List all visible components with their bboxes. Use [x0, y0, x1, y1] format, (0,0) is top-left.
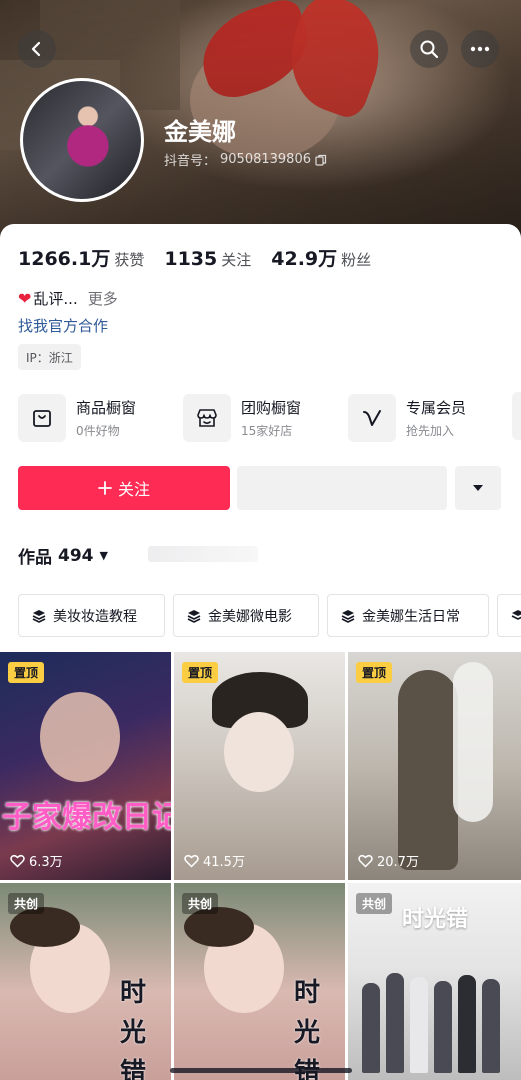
stats-row: 1266.1万 获赞 1135 关注 42.9万 粉丝	[18, 244, 391, 271]
shop-item-products[interactable]: 商品橱窗 0件好物	[18, 392, 136, 444]
bio-text: 乱评...	[33, 290, 78, 308]
video-tile[interactable]: 共创 时光错	[348, 883, 521, 1080]
pinned-badge: 置顶	[356, 662, 393, 683]
shop-subtitle: 15家好店	[241, 424, 293, 438]
video-grid: 置顶 子家爆改日记 6.3万 置顶 41.5万 置顶 20.7万 共创 时光错 …	[0, 652, 521, 1080]
video-tile[interactable]: 置顶 20.7万	[348, 652, 521, 880]
video-tile[interactable]: 置顶 41.5万	[174, 652, 345, 880]
collection-label: 金美娜生活日常	[362, 608, 460, 625]
caret-down-icon: ▼	[99, 549, 108, 562]
layers-icon	[186, 608, 202, 624]
heart-outline-icon	[184, 854, 199, 868]
likes-count: 41.5万	[203, 855, 245, 870]
heart-outline-icon	[10, 854, 25, 868]
video-overlay-text: 时光错	[293, 978, 320, 1080]
shop-item-membership[interactable]: 专属会员 抢先加入	[348, 392, 466, 444]
thumbnail-figure	[224, 712, 294, 792]
shop-item-next[interactable]	[512, 392, 521, 440]
video-overlay-text: 时光错	[119, 978, 146, 1080]
video-overlay-text: 时光错	[402, 907, 469, 932]
search-icon	[420, 40, 439, 59]
likes-count: 6.3万	[29, 855, 63, 870]
video-tile[interactable]: 置顶 子家爆改日记 6.3万	[0, 652, 171, 880]
avatar[interactable]	[20, 78, 144, 202]
stat-label: 关注	[221, 251, 252, 269]
back-button[interactable]	[18, 30, 56, 68]
message-button[interactable]	[237, 466, 447, 510]
heart-icon: ❤	[18, 289, 32, 308]
shop-subtitle: 0件好物	[76, 424, 120, 438]
thumbnail-figure	[362, 963, 512, 1073]
pinned-badge: 置顶	[182, 662, 219, 683]
more-button[interactable]	[461, 30, 499, 68]
stat-value: 1135	[164, 248, 218, 270]
ip-location-tag: IP：浙江	[18, 344, 81, 370]
v-member-icon	[348, 394, 396, 442]
collection-chip[interactable]: 金美娜微电影	[173, 594, 319, 637]
video-overlay-text: 子家爆改日记	[2, 800, 171, 835]
video-likes: 20.7万	[358, 851, 419, 870]
bag-icon	[18, 394, 66, 442]
co-creation-badge: 共创	[8, 893, 45, 914]
recommend-dropdown-button[interactable]	[455, 466, 501, 510]
store-icon	[183, 394, 231, 442]
stat-label: 粉丝	[341, 251, 372, 269]
copy-icon[interactable]	[315, 154, 327, 166]
works-count: 494	[58, 545, 94, 566]
home-indicator	[170, 1068, 352, 1073]
collection-chip[interactable]: 金美娜生活日常	[327, 594, 489, 637]
more-dots-icon	[470, 46, 490, 52]
chevron-left-icon	[31, 41, 41, 57]
tab-blurred[interactable]	[148, 546, 258, 562]
thumbnail-figure	[398, 670, 458, 870]
likes-count: 20.7万	[377, 855, 419, 870]
collection-label: 金美娜微电影	[208, 608, 292, 625]
heart-outline-icon	[358, 854, 373, 868]
shop-title: 专属会员	[406, 399, 467, 417]
plus-icon	[98, 481, 112, 495]
follow-label: 关注	[117, 480, 150, 499]
collab-link[interactable]: 找我官方合作	[18, 315, 108, 336]
stat-following[interactable]: 1135 关注	[164, 248, 251, 270]
douyin-id[interactable]: 抖音号： 90508139806	[164, 150, 327, 169]
layers-icon	[340, 608, 356, 624]
search-button[interactable]	[410, 30, 448, 68]
stat-followers[interactable]: 42.9万 粉丝	[271, 244, 371, 271]
bio-more-link[interactable]: 更多	[88, 288, 118, 309]
collection-chip[interactable]: 美妆妆造教程	[18, 594, 165, 637]
co-creation-badge: 共创	[356, 893, 393, 914]
thumbnail-figure	[40, 692, 120, 782]
collection-chip[interactable]	[497, 594, 521, 637]
layers-icon	[31, 608, 47, 624]
pinned-badge: 置顶	[8, 662, 45, 683]
stat-value: 42.9万	[271, 248, 338, 270]
profile-name: 金美娜	[164, 118, 236, 146]
stat-label: 获赞	[114, 251, 145, 269]
shop-row: 商品橱窗 0件好物 团购橱窗 15家好店 专属会员 抢先加入	[18, 392, 521, 444]
video-likes: 6.3万	[10, 851, 63, 870]
stat-likes[interactable]: 1266.1万 获赞	[18, 244, 144, 271]
co-creation-badge: 共创	[182, 893, 219, 914]
video-tile[interactable]: 共创 时光错	[0, 883, 171, 1080]
shop-title: 团购橱窗	[241, 399, 302, 417]
shop-subtitle: 抢先加入	[406, 424, 455, 438]
shop-title: 商品橱窗	[76, 399, 137, 417]
follow-button[interactable]: 关注	[18, 466, 230, 510]
video-tile[interactable]: 共创 时光错	[174, 883, 345, 1080]
layers-icon	[510, 608, 521, 624]
caret-down-icon	[473, 485, 483, 491]
tab-works[interactable]: 作品 494 ▼	[18, 543, 108, 569]
works-title: 作品	[18, 548, 52, 568]
video-likes: 41.5万	[184, 851, 245, 870]
stat-value: 1266.1万	[18, 248, 111, 270]
thumbnail-figure	[453, 662, 493, 822]
douyin-id-value: 90508139806	[220, 152, 311, 167]
collections-row: 美妆妆造教程 金美娜微电影 金美娜生活日常	[18, 594, 521, 638]
collection-label: 美妆妆造教程	[53, 608, 137, 625]
douyin-id-label: 抖音号：	[164, 154, 217, 169]
shop-item-group-buy[interactable]: 团购橱窗 15家好店	[183, 392, 301, 444]
bio: ❤ 乱评... 更多	[18, 288, 118, 309]
